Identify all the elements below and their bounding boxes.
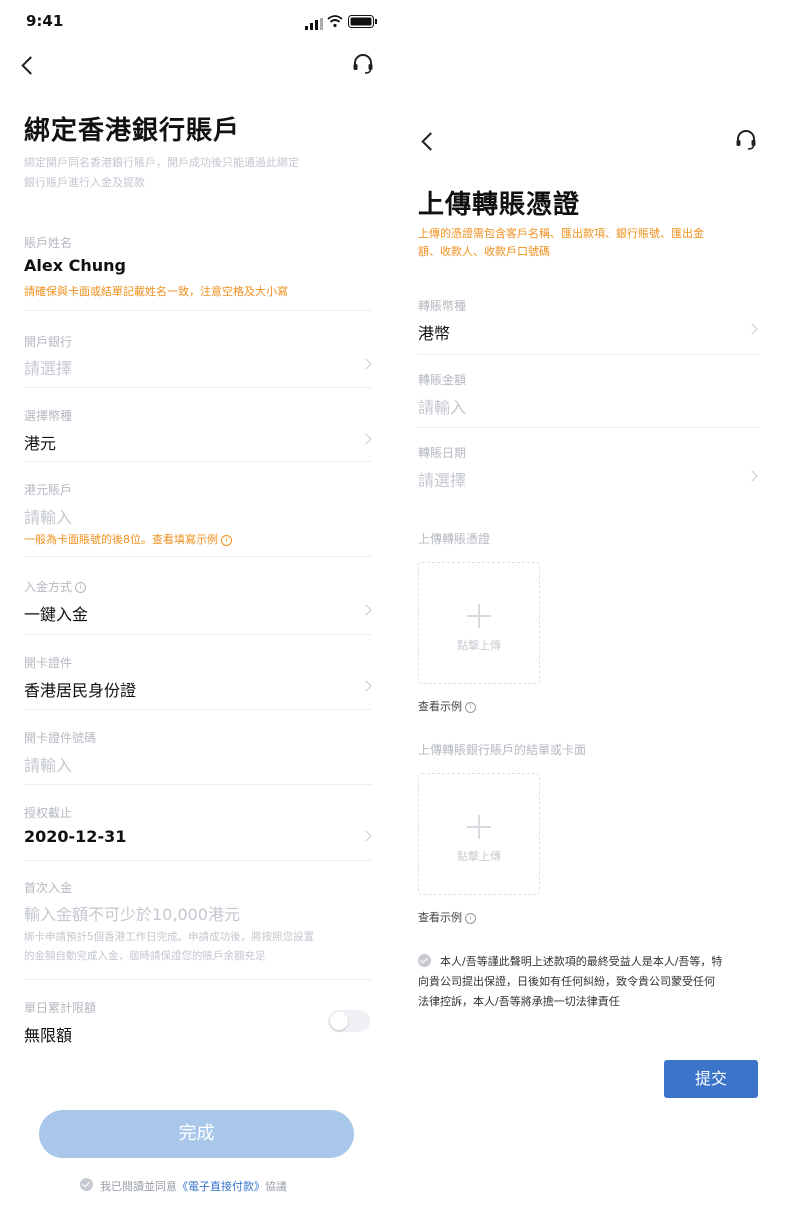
agreement-suffix: 協議: [265, 1180, 287, 1193]
daily-limit-label: 單日累計限額: [24, 1001, 97, 1015]
customer-service-icon[interactable]: [734, 128, 758, 152]
daily-limit-toggle[interactable]: [328, 1010, 370, 1032]
agreement-link[interactable]: 《電子直接付款》: [177, 1180, 265, 1193]
account-label: 港元賬戶: [24, 483, 73, 497]
deposit-method-label: 入金方式 i: [24, 578, 87, 595]
agreement-checkbox[interactable]: [80, 1178, 93, 1191]
auth-deadline-label: 授权截止: [24, 806, 73, 820]
divider: [24, 634, 372, 635]
view-example-text: 查看示例: [418, 911, 462, 924]
deposit-method-label-text: 入金方式: [24, 580, 73, 594]
info-icon[interactable]: i: [75, 582, 87, 593]
first-deposit-label: 首次入金: [24, 881, 73, 895]
chevron-right-icon[interactable]: [746, 323, 758, 335]
id-number-label: 開卡證件號碼: [24, 731, 97, 745]
view-example-link[interactable]: 查看示例 i: [418, 909, 476, 925]
customer-service-icon[interactable]: [351, 52, 375, 76]
divider: [24, 387, 372, 388]
account-hint-text: 一般為卡面賬號的後8位。查看填寫示例: [24, 533, 218, 546]
declaration-line1: 本人/吾等謹此聲明上述款項的最終受益人是本人/吾等，特: [440, 955, 723, 968]
currency-select[interactable]: 港元: [24, 430, 56, 454]
upload-text: 點擊上傳: [457, 639, 501, 652]
back-icon[interactable]: [21, 56, 40, 75]
upload-statement-label: 上傳轉賬銀行賬戶的結單或卡面: [418, 743, 587, 757]
upload-statement-box[interactable]: 點擊上傳: [418, 773, 540, 895]
status-time: 9:41: [26, 12, 64, 30]
id-doc-label: 開卡證件: [24, 656, 73, 670]
view-example-link[interactable]: 查看示例 i: [418, 698, 476, 714]
declaration-checkbox[interactable]: [418, 954, 431, 967]
declaration-line2: 向貴公司提出保證，日後如有任何糾紛，致令貴公司蒙受任何: [418, 975, 715, 988]
submit-button[interactable]: 提交: [664, 1060, 758, 1098]
first-deposit-input[interactable]: 輸入金額不可少於10,000港元: [24, 901, 240, 925]
divider: [24, 979, 372, 980]
info-icon: i: [465, 701, 476, 713]
upload-text: 點擊上傳: [457, 850, 501, 863]
auth-deadline-select[interactable]: 2020-12-31: [24, 827, 126, 846]
divider: [418, 354, 760, 355]
divider: [24, 709, 372, 710]
daily-limit-value: 無限額: [24, 1026, 73, 1045]
chevron-right-icon[interactable]: [360, 358, 372, 370]
name-value: Alex Chung: [24, 256, 126, 275]
divider: [24, 310, 372, 311]
name-label: 賬戶姓名: [24, 236, 73, 250]
upload-subtitle-line1: 上傳的憑證需包含客戶名稱、匯出款項、銀行賬號、匯出金: [418, 227, 704, 240]
signal-icon: [305, 15, 323, 30]
account-hint[interactable]: 一般為卡面賬號的後8位。查看填寫示例 i: [24, 531, 232, 547]
bank-label: 開戶銀行: [24, 335, 73, 349]
chevron-right-icon[interactable]: [360, 433, 372, 445]
toggle-knob: [330, 1012, 348, 1030]
chevron-right-icon[interactable]: [360, 680, 372, 692]
transfer-currency-label: 轉賬幣種: [418, 299, 467, 313]
bank-select[interactable]: 請選擇: [24, 355, 72, 379]
page-subtitle-line2: 銀行賬戶進行入金及提款: [24, 176, 145, 189]
declaration-line3: 法律控訴，本人/吾等將承擔一切法律責任: [418, 995, 620, 1008]
page-title: 綁定香港銀行賬戶: [24, 116, 241, 146]
wifi-icon: [327, 13, 343, 28]
agreement-prefix: 我已閱讀並同意: [100, 1180, 177, 1193]
agreement-text: 我已閱讀並同意《電子直接付款》協議: [100, 1178, 287, 1194]
done-button[interactable]: 完成: [39, 1110, 354, 1158]
upload-voucher-box[interactable]: 點擊上傳: [418, 562, 540, 684]
transfer-date-label: 轉賬日期: [418, 446, 467, 460]
transfer-currency-select[interactable]: 港幣: [418, 320, 450, 344]
info-icon: i: [465, 912, 476, 924]
id-number-input[interactable]: 請輸入: [24, 752, 72, 776]
chevron-right-icon[interactable]: [746, 470, 758, 482]
chevron-right-icon[interactable]: [360, 604, 372, 616]
page-subtitle-line1: 綁定開戶同名香港銀行賬戶，開戶成功後只能通過此綁定: [24, 156, 299, 169]
divider: [24, 784, 372, 785]
upload-subtitle-line2: 額、收款人、收款戶口號碼: [418, 245, 550, 258]
divider: [418, 427, 760, 428]
back-icon[interactable]: [421, 132, 440, 151]
first-deposit-note-line2: 的金額自動完成入金，屆時請保證您的賬戶余額充足: [24, 950, 266, 962]
account-input[interactable]: 請輸入: [24, 504, 72, 528]
id-doc-select[interactable]: 香港居民身份證: [24, 677, 136, 701]
transfer-date-select[interactable]: 請選擇: [418, 467, 466, 491]
currency-label: 選擇幣種: [24, 409, 73, 423]
plus-icon: [478, 604, 480, 628]
divider: [24, 860, 372, 861]
view-example-text: 查看示例: [418, 700, 462, 713]
divider: [24, 556, 372, 557]
battery-icon: [348, 13, 378, 28]
name-hint: 請確保與卡面或結單記載姓名一致，注意空格及大小寫: [24, 285, 288, 298]
plus-icon: [478, 815, 480, 839]
transfer-amount-label: 轉賬金額: [418, 373, 467, 387]
upload-voucher-label: 上傳轉賬憑證: [418, 532, 491, 546]
upload-page-title: 上傳轉賬憑證: [418, 190, 581, 220]
transfer-amount-input[interactable]: 請輸入: [418, 394, 466, 418]
deposit-method-select[interactable]: 一鍵入金: [24, 601, 88, 625]
chevron-right-icon[interactable]: [360, 830, 372, 842]
first-deposit-note-line1: 綁卡申請預計5個香港工作日完成。申請成功後，將按照您設置: [24, 931, 315, 943]
divider: [24, 461, 372, 462]
info-icon: i: [221, 534, 232, 546]
